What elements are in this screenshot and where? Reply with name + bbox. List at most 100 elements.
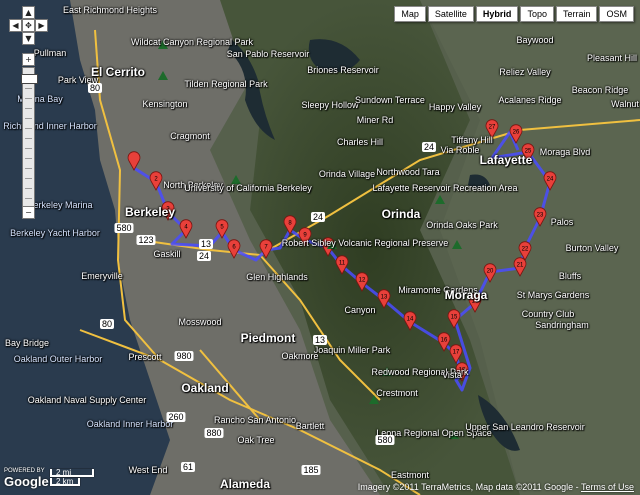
marker-label: 16: [441, 338, 448, 344]
label-bay-bridge: Bay Bridge: [4, 338, 50, 348]
zoom-in-button[interactable]: +: [22, 53, 35, 66]
highway-shield: 260: [166, 412, 186, 422]
label-miner-rd: Miner Rd: [356, 115, 394, 125]
highway-shield: 580: [375, 435, 395, 445]
label-richmond-inner-harbor: Richmond Inner Harbor: [3, 121, 97, 131]
scale-km: 2 km: [50, 478, 80, 486]
label-berkeley-yacht: Berkeley Yacht Harbor: [10, 228, 100, 238]
label-west-end: West End: [128, 465, 168, 475]
map-type-osm[interactable]: OSM: [599, 6, 634, 22]
label-lafayette-reservoir: Lafayette Reservoir Recreation Area: [372, 183, 518, 193]
label-emeryville: Emeryville: [81, 271, 123, 281]
marker-label: 24: [547, 177, 554, 183]
pan-left-button[interactable]: ◀: [9, 19, 22, 32]
label-tiffany-hill: Tiffany Hill: [451, 135, 493, 145]
label-sibley: Robert Sibley Volcanic Regional Preserve: [281, 238, 449, 248]
pan-up-button[interactable]: ▲: [22, 6, 35, 19]
google-logo-text: Google: [4, 474, 49, 489]
label-east-richmond-heights: East Richmond Heights: [62, 5, 158, 15]
marker-label: 13: [381, 295, 388, 301]
highway-shield: 980: [174, 351, 194, 361]
label-el-cerrito: El Cerrito: [90, 65, 146, 79]
label-berkeley: Berkeley: [124, 205, 176, 219]
label-crestmont: Crestmont: [376, 388, 418, 398]
highway-shield: 80: [87, 83, 103, 93]
highway-shield: 80: [99, 319, 115, 329]
zoom-slider-track[interactable]: [21, 67, 38, 207]
label-glen-highlands: Glen Highlands: [246, 272, 308, 282]
label-alameda: Alameda: [219, 477, 271, 491]
label-burton-valley: Burton Valley: [565, 243, 619, 253]
label-walnut: Walnut: [611, 99, 639, 109]
map-type-topo[interactable]: Topo: [520, 6, 554, 22]
terms-of-use-link[interactable]: Terms of Use: [581, 482, 634, 492]
label-kensington: Kensington: [142, 99, 188, 109]
marker-label: 22: [522, 247, 529, 253]
map-type-hybrid[interactable]: Hybrid: [475, 6, 519, 22]
label-wildcat-canyon: Wildcat Canyon Regional Park: [130, 37, 254, 47]
highway-shield: 185: [301, 465, 321, 475]
label-charles-hill: Charles Hill: [336, 137, 384, 147]
highway-shield: 123: [136, 235, 156, 245]
label-baywood: Baywood: [516, 35, 554, 45]
scale-miles: 2 mi: [50, 469, 94, 477]
label-bartlett: Bartlett: [295, 421, 325, 431]
label-canyon: Canyon: [344, 305, 376, 315]
label-vista: Vista: [442, 370, 462, 380]
marker-label: 26: [513, 130, 520, 136]
highway-shield: 24: [421, 142, 437, 152]
label-san-pablo-reservoir: San Pablo Reservoir: [226, 49, 310, 59]
pan-right-button[interactable]: ▶: [35, 19, 48, 32]
marker-label: 23: [537, 213, 544, 219]
marker-label: 20: [487, 269, 494, 275]
zoom-slider-knob[interactable]: [21, 74, 38, 84]
attribution: Imagery ©2011 TerraMetrics, Map data ©20…: [358, 482, 634, 492]
label-acalanes-ridge: Acalanes Ridge: [498, 95, 562, 105]
label-moraga-blvd: Moraga Blvd: [539, 147, 591, 157]
label-oakland-outer-harbor: Oakland Outer Harbor: [13, 354, 103, 364]
highway-shield: 13: [198, 239, 214, 249]
label-bluffs: Bluffs: [558, 271, 582, 281]
map-type-terrain[interactable]: Terrain: [555, 6, 598, 22]
label-briones-reservoir: Briones Reservoir: [307, 65, 379, 75]
center-button[interactable]: ✥: [22, 19, 35, 32]
label-oakmore: Oakmore: [281, 351, 319, 361]
pan-down-button[interactable]: ▼: [22, 32, 35, 45]
marker-label: 12: [359, 278, 366, 284]
label-orinda: Orinda: [381, 207, 421, 221]
label-northwood: Northwood Tara: [376, 167, 440, 177]
highway-shield: 24: [310, 212, 326, 222]
attribution-text: Imagery ©2011 TerraMetrics, Map data ©20…: [357, 482, 581, 492]
marker-label: 17: [453, 350, 460, 356]
label-pleasant-hill: Pleasant Hill: [586, 53, 638, 63]
label-gaskill: Gaskill: [153, 249, 181, 259]
label-sundown-terrace: Sundown Terrace: [355, 95, 425, 105]
marker-label: 14: [407, 317, 414, 323]
marker-label: 27: [489, 125, 496, 131]
label-reliez-valley: Reliez Valley: [499, 67, 551, 77]
map-type-satellite[interactable]: Satellite: [427, 6, 474, 22]
label-palos: Palos: [550, 217, 574, 227]
highway-shield: 580: [114, 223, 134, 233]
label-prescott: Prescott: [128, 352, 162, 362]
highway-shield: 24: [196, 251, 212, 261]
highway-shield: 880: [204, 428, 224, 438]
label-oakland-inner-harbor: Oakland Inner Harbor: [86, 419, 174, 429]
marker-label: 21: [517, 263, 524, 269]
label-via-roble: Via Roble: [440, 145, 480, 155]
scale-bar: 2 mi 2 km: [50, 469, 94, 487]
label-cragmont: Cragmont: [170, 131, 210, 141]
zoom-out-button[interactable]: −: [22, 206, 35, 219]
marker-label: 15: [451, 315, 458, 321]
label-country-club: Country Club: [521, 309, 575, 319]
label-oak-tree: Oak Tree: [237, 435, 275, 445]
label-upper-san-leandro: Upper San Leandro Reservoir: [465, 422, 585, 432]
highway-shield: 61: [180, 462, 196, 472]
label-lafayette: Lafayette: [479, 153, 533, 167]
map-type-map[interactable]: Map: [394, 6, 426, 22]
label-tilden-park: Tilden Regional Park: [184, 79, 268, 89]
label-sandringham: Sandringham: [535, 320, 589, 330]
marker-label: 11: [339, 261, 346, 267]
label-st-marys: St Marys Gardens: [516, 290, 590, 300]
label-joaquin-miller: Joaquin Miller Park: [313, 345, 391, 355]
